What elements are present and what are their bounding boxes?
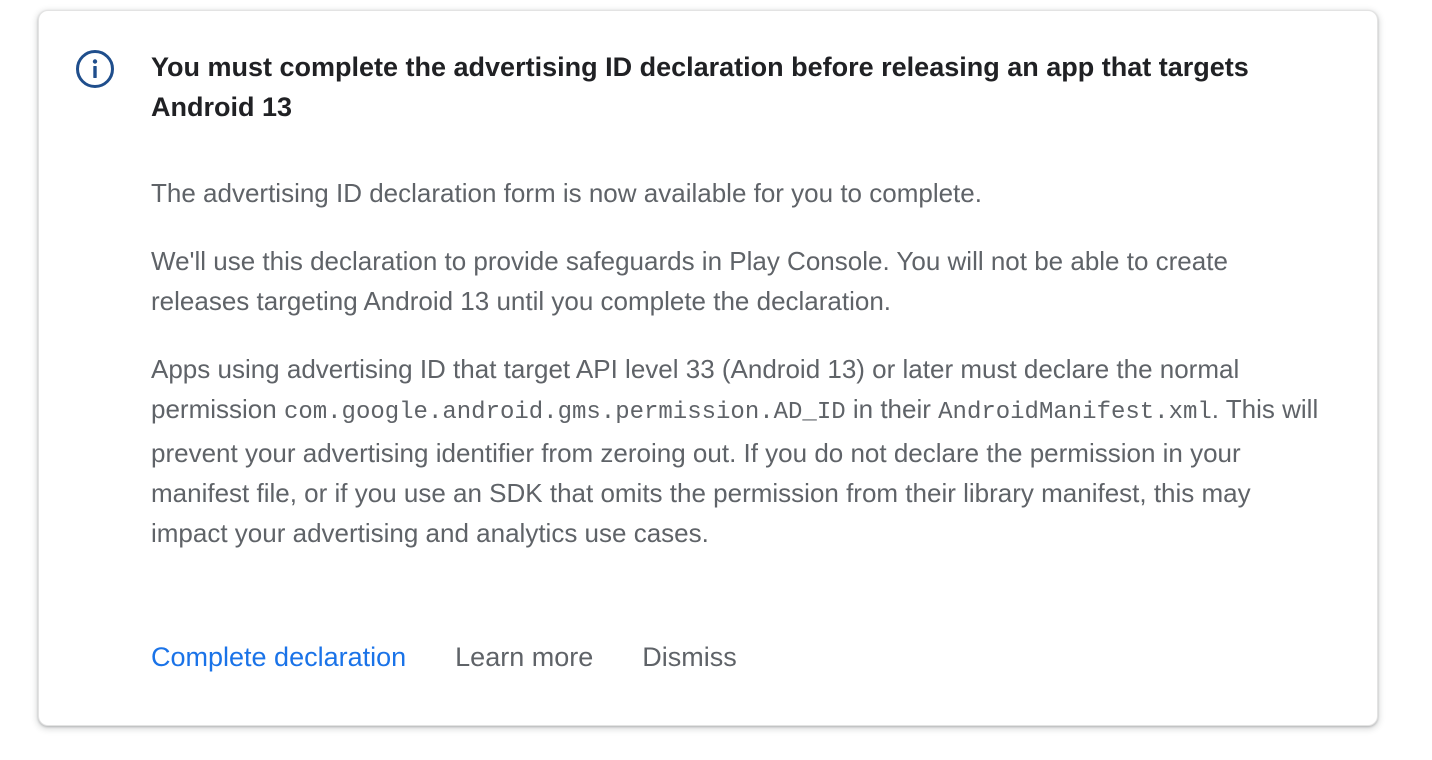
permission-code: com.google.android.gms.permission.AD_ID — [283, 399, 846, 426]
banner-paragraph-available: The advertising ID declaration form is n… — [151, 178, 982, 208]
permission-text-part-2: in their — [845, 394, 939, 424]
complete-declaration-button[interactable]: Complete declaration — [151, 637, 406, 677]
advertising-id-banner: You must complete the advertising ID dec… — [38, 10, 1378, 726]
banner-title: You must complete the advertising ID dec… — [151, 52, 1249, 122]
banner-actions: Complete declaration Learn more Dismiss — [151, 637, 737, 677]
dismiss-button[interactable]: Dismiss — [642, 637, 737, 677]
manifest-file-code: AndroidManifest.xml — [938, 399, 1212, 426]
banner-paragraph-safeguards: We'll use this declaration to provide sa… — [151, 246, 1228, 316]
learn-more-link[interactable]: Learn more — [455, 637, 593, 677]
banner-body: The advertising ID declaration form is n… — [151, 173, 1321, 581]
banner-paragraph-permission: Apps using advertising ID that target AP… — [151, 349, 1321, 553]
info-icon — [75, 49, 115, 89]
